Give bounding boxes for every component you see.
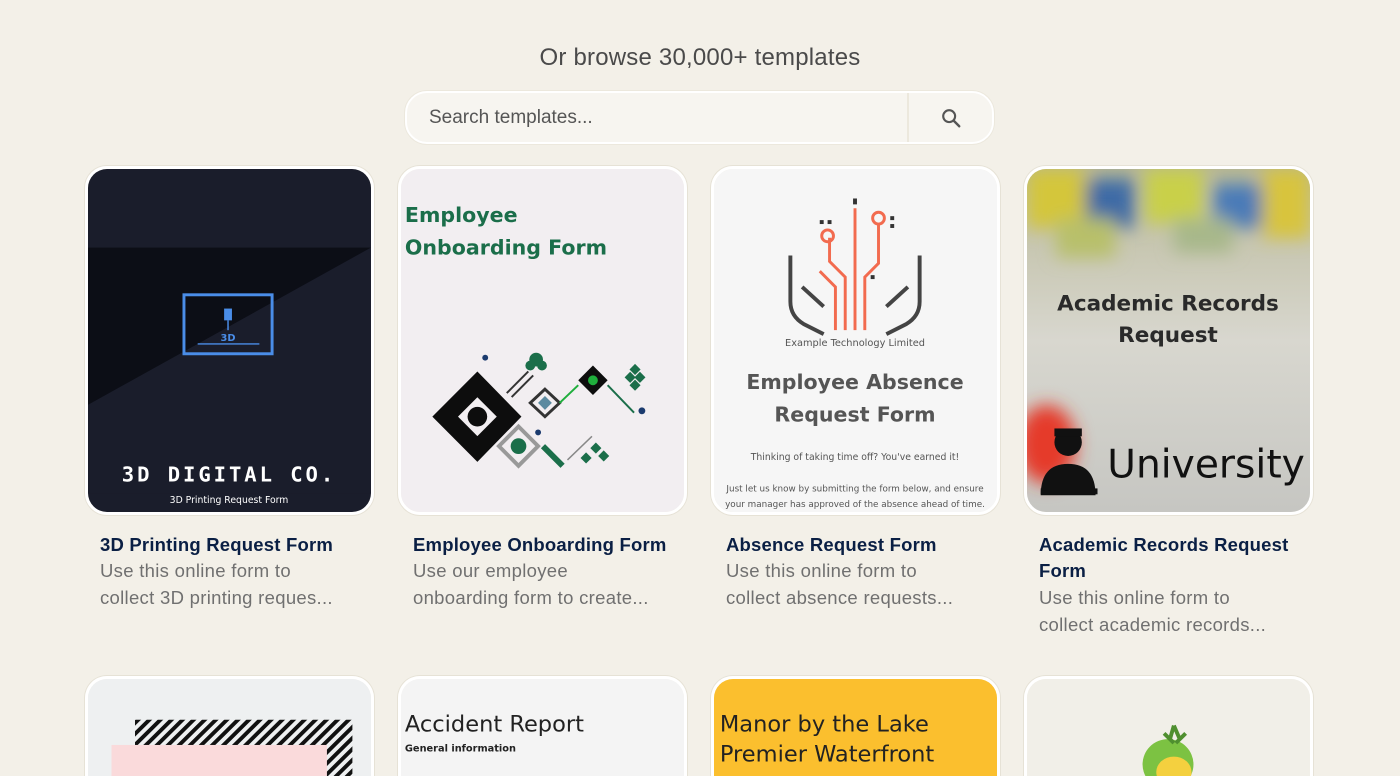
thumbnail-absence-request: Example Technology Limited Employee Abse… <box>714 169 997 512</box>
template-description: Use this online form to collect academic… <box>1039 587 1267 635</box>
svg-text:Thinking of taking time off? Y: Thinking of taking time off? You've earn… <box>750 452 960 463</box>
svg-text:3D DIGITAL CO.: 3D DIGITAL CO. <box>122 462 336 486</box>
template-title[interactable]: Absence Request Form <box>726 532 996 558</box>
template-search-bar <box>405 91 994 144</box>
section-heading: Or browse 30,000+ templates <box>539 44 861 71</box>
svg-text:Employee: Employee <box>405 203 518 227</box>
svg-text:your manager has approved of t: your manager has approved of the absence… <box>725 500 985 510</box>
thumbnail-row2-1 <box>88 679 371 776</box>
svg-text:Just let us know by submitting: Just let us know by submitting the form … <box>725 484 983 494</box>
template-description: Use this online form to collect 3D print… <box>100 560 333 608</box>
thumbnail-row2-4 <box>1027 679 1310 776</box>
thumbnail-3d-printing: 3D 3D DIGITAL CO. 3D Printing Request Fo… <box>88 169 371 512</box>
search-icon <box>941 108 960 127</box>
svg-text:General information: General information <box>405 744 516 755</box>
template-card-row2-1[interactable] <box>85 676 374 776</box>
template-title[interactable]: Employee Onboarding Form <box>413 532 683 558</box>
template-card-row2-3[interactable]: Manor by the Lake Premier Waterfront <box>711 676 1000 776</box>
svg-text:Employee Absence: Employee Absence <box>746 370 963 394</box>
template-card-row2-4[interactable] <box>1024 676 1313 776</box>
template-title[interactable]: Academic Records Request Form <box>1039 532 1309 584</box>
thumbnail-manor-by-the-lake: Manor by the Lake Premier Waterfront <box>714 679 997 776</box>
template-description: Use our employee onboarding form to crea… <box>413 560 649 608</box>
template-card-3d-printing[interactable]: 3D 3D DIGITAL CO. 3D Printing Request Fo… <box>85 166 374 515</box>
svg-text:Manor by the Lake: Manor by the Lake <box>720 711 929 737</box>
svg-text:Request Form: Request Form <box>774 403 935 427</box>
svg-text:3D: 3D <box>221 333 236 344</box>
svg-text:Request: Request <box>1118 323 1218 348</box>
svg-text:3D Printing Request Form: 3D Printing Request Form <box>170 495 289 506</box>
search-input[interactable] <box>407 93 907 142</box>
svg-text:Example Technology Limited: Example Technology Limited <box>785 338 925 349</box>
svg-text:Accident Report: Accident Report <box>405 711 584 737</box>
template-card-row2-2[interactable]: Accident Report General information <box>398 676 687 776</box>
svg-text:University: University <box>1107 443 1305 488</box>
svg-text:Onboarding Form: Onboarding Form <box>405 235 607 259</box>
thumbnail-academic-records: Academic Records Request University <box>1027 169 1310 512</box>
thumbnail-accident-report: Accident Report General information <box>401 679 684 776</box>
template-description: Use this online form to collect absence … <box>726 560 954 608</box>
thumbnail-employee-onboarding: Employee Onboarding Form <box>401 169 684 512</box>
template-title[interactable]: 3D Printing Request Form <box>100 532 370 558</box>
search-button[interactable] <box>907 93 992 142</box>
svg-text:Premier Waterfront: Premier Waterfront <box>720 742 935 768</box>
template-card-employee-onboarding[interactable]: Employee Onboarding Form <box>398 166 687 515</box>
svg-text:Academic Records: Academic Records <box>1057 291 1279 316</box>
template-card-academic-records[interactable]: Academic Records Request University <box>1024 166 1313 515</box>
template-card-absence-request[interactable]: Example Technology Limited Employee Abse… <box>711 166 1000 515</box>
